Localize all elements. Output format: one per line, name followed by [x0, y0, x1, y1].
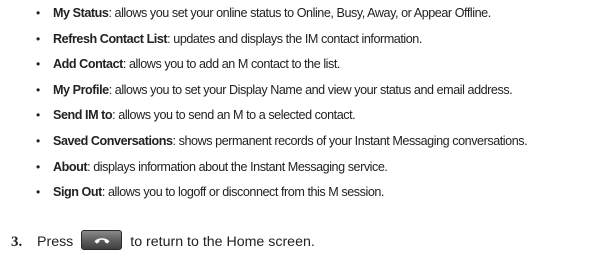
step-text-before: Press: [37, 234, 74, 250]
option-description: : allows you to set your Display Name an…: [108, 82, 513, 97]
bullet-icon: •: [36, 82, 40, 97]
list-item: • Sign Out: allows you to logoff or disc…: [36, 184, 611, 210]
option-term: My Profile: [53, 82, 109, 97]
step-number: 3.: [11, 234, 23, 250]
bullet-icon: •: [36, 133, 40, 148]
list-item: • Refresh Contact List: updates and disp…: [36, 31, 611, 57]
list-item: • Send IM to: allows you to send an M to…: [36, 107, 611, 133]
bullet-icon: •: [36, 185, 40, 200]
option-description: : updates and displays the IM contact in…: [167, 31, 422, 46]
option-term: Saved Conversations: [53, 133, 173, 148]
option-term: My Status: [53, 6, 109, 20]
manual-page: • My Status: allows you set your online …: [0, 0, 613, 260]
bullet-icon: •: [36, 57, 40, 72]
option-description: : shows permanent records of your Instan…: [172, 133, 528, 148]
option-term: About: [53, 159, 88, 174]
step-instruction: 3. Press to return to the Home screen.: [11, 230, 315, 253]
bullet-icon: •: [36, 6, 40, 20]
list-item: • About: displays information about the …: [36, 159, 611, 185]
option-description: : allows you to logoff or disconnect fro…: [101, 185, 385, 200]
bullet-icon: •: [36, 159, 40, 174]
list-item: • Saved Conversations: shows permanent r…: [36, 133, 611, 159]
list-item: • Add Contact: allows you to add an M co…: [36, 56, 611, 82]
option-term: Sign Out: [53, 185, 102, 200]
option-list: • My Status: allows you set your online …: [36, 5, 611, 210]
list-item: • My Profile: allows you to set your Dis…: [36, 82, 611, 108]
option-description: : allows you to add an M contact to the …: [122, 57, 341, 72]
bullet-icon: •: [36, 31, 40, 46]
bullet-icon: •: [36, 108, 40, 123]
option-term: Send IM to: [53, 108, 113, 123]
option-description: : displays information about the Instant…: [87, 159, 388, 174]
end-call-key-icon: [81, 230, 123, 251]
step-text-after: to return to the Home screen.: [130, 234, 315, 250]
option-description: : allows you set your online status to O…: [108, 6, 491, 20]
option-term: Refresh Contact List: [53, 31, 168, 46]
list-item: • My Status: allows you set your online …: [36, 5, 611, 31]
option-term: Add Contact: [53, 57, 123, 72]
option-description: : allows you to send an M to a selected …: [112, 108, 356, 123]
